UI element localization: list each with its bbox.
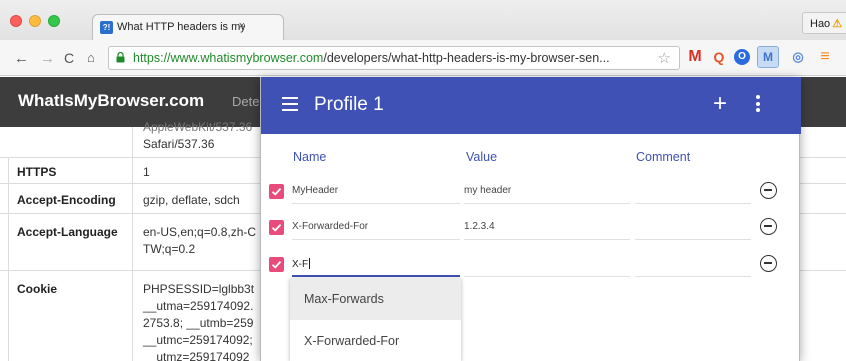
check-icon (271, 187, 282, 196)
site-logo[interactable]: WhatIsMyBrowser.com (18, 91, 204, 111)
remove-header-icon[interactable] (760, 182, 777, 199)
header-name-field[interactable]: X-Forwarded-For (292, 213, 460, 240)
column-header-name: Name (293, 150, 327, 164)
autocomplete-option[interactable]: X-Forwarded-For (290, 320, 461, 361)
autocomplete-dropdown: Max-Forwards X-Forwarded-For (290, 278, 461, 361)
check-icon (271, 223, 282, 232)
popup-app-bar: Profile 1 + (261, 77, 801, 134)
header-value-field[interactable]: my header (464, 177, 630, 204)
header-row: X-F (261, 250, 801, 280)
header-comment-field[interactable] (635, 213, 751, 240)
header-row: MyHeader my header (261, 177, 801, 207)
close-window-button[interactable] (10, 15, 22, 27)
row-value-line: __utmz=259174092 (143, 350, 250, 361)
row-value-line: AppleWebKit/537.36 (143, 120, 253, 134)
gmail-extension-icon[interactable]: M (686, 48, 704, 66)
header-value-field[interactable]: 1.2.3.4 (464, 213, 630, 240)
tab-title: What HTTP headers is my (117, 21, 245, 33)
row-value-line: __utma=259174092. (143, 299, 254, 313)
browser-tab[interactable]: ?! What HTTP headers is my × (92, 14, 284, 40)
header-name-text: X-F (292, 259, 309, 270)
column-header-value: Value (466, 150, 498, 164)
remove-header-icon[interactable] (760, 218, 777, 235)
modheader-extension-icon[interactable]: M (757, 46, 779, 68)
header-value-field[interactable] (464, 250, 630, 277)
forward-icon[interactable]: → (40, 50, 55, 67)
add-header-button[interactable]: + (708, 90, 732, 118)
remove-header-icon[interactable] (760, 255, 777, 272)
header-enabled-checkbox[interactable] (269, 184, 284, 199)
site-nav-link[interactable]: Dete (232, 94, 259, 109)
row-value-line: 1 (143, 165, 150, 179)
more-options-icon[interactable] (755, 95, 761, 113)
header-name-field-active[interactable]: X-F (292, 250, 460, 277)
header-enabled-checkbox[interactable] (269, 220, 284, 235)
row-value-line: __utmc=259174092; (143, 333, 253, 347)
row-value-line: TW;q=0.2 (143, 242, 196, 256)
row-key: Accept-Language (17, 225, 118, 239)
browser-titlebar: ?! What HTTP headers is my × Hao ⚠ (0, 0, 846, 40)
column-header-comment: Comment (636, 150, 691, 164)
minimize-window-button[interactable] (29, 15, 41, 27)
text-caret (309, 258, 311, 269)
browser-menu-icon[interactable]: ≡ (816, 48, 834, 66)
lock-icon (116, 52, 125, 63)
zoom-window-button[interactable] (48, 15, 60, 27)
extension-q-icon[interactable]: Q (710, 48, 728, 66)
profile-title: Profile 1 (314, 94, 384, 115)
row-key: Accept-Encoding (17, 193, 116, 207)
menu-icon[interactable] (282, 97, 298, 111)
check-icon (271, 260, 282, 269)
header-row: X-Forwarded-For 1.2.3.4 (261, 213, 801, 243)
home-icon[interactable]: ⌂ (87, 50, 95, 65)
url-text: https://www.whatismybrowser.com/develope… (133, 51, 633, 65)
header-comment-field[interactable] (635, 250, 751, 277)
url-path: /developers/what-http-headers-is-my-brow… (323, 51, 610, 65)
profile-chip[interactable]: Hao ⚠ (802, 12, 846, 34)
row-value-line: PHPSESSID=lglbb3t (143, 282, 255, 296)
header-enabled-checkbox[interactable] (269, 257, 284, 272)
back-icon[interactable]: ← (14, 50, 29, 67)
row-key: HTTPS (17, 165, 57, 179)
row-value-line: 2753.8; __utmb=259 (143, 316, 254, 330)
url-scheme-host: https://www.whatismybrowser.com (133, 51, 324, 65)
header-comment-field[interactable] (635, 177, 751, 204)
row-key: Cookie (17, 282, 58, 296)
tab-close-icon[interactable]: × (239, 20, 245, 32)
row-value-line: gzip, deflate, sdch (143, 193, 240, 207)
camera-extension-icon[interactable]: ◎ (789, 48, 807, 66)
row-value-line: en-US,en;q=0.8,zh-C (143, 225, 257, 239)
header-name-field[interactable]: MyHeader (292, 177, 460, 204)
autocomplete-option[interactable]: Max-Forwards (290, 278, 461, 320)
extension-o-icon[interactable]: O (734, 49, 750, 65)
reload-icon[interactable]: C (64, 50, 74, 66)
warning-icon: ⚠ (832, 18, 843, 30)
address-bar[interactable]: https://www.whatismybrowser.com/develope… (108, 46, 680, 70)
bookmark-star-icon[interactable]: ☆ (658, 49, 671, 67)
tab-favicon-icon: ?! (100, 21, 113, 34)
profile-name: Hao (810, 18, 831, 30)
row-value-line: Safari/537.36 (143, 137, 215, 151)
